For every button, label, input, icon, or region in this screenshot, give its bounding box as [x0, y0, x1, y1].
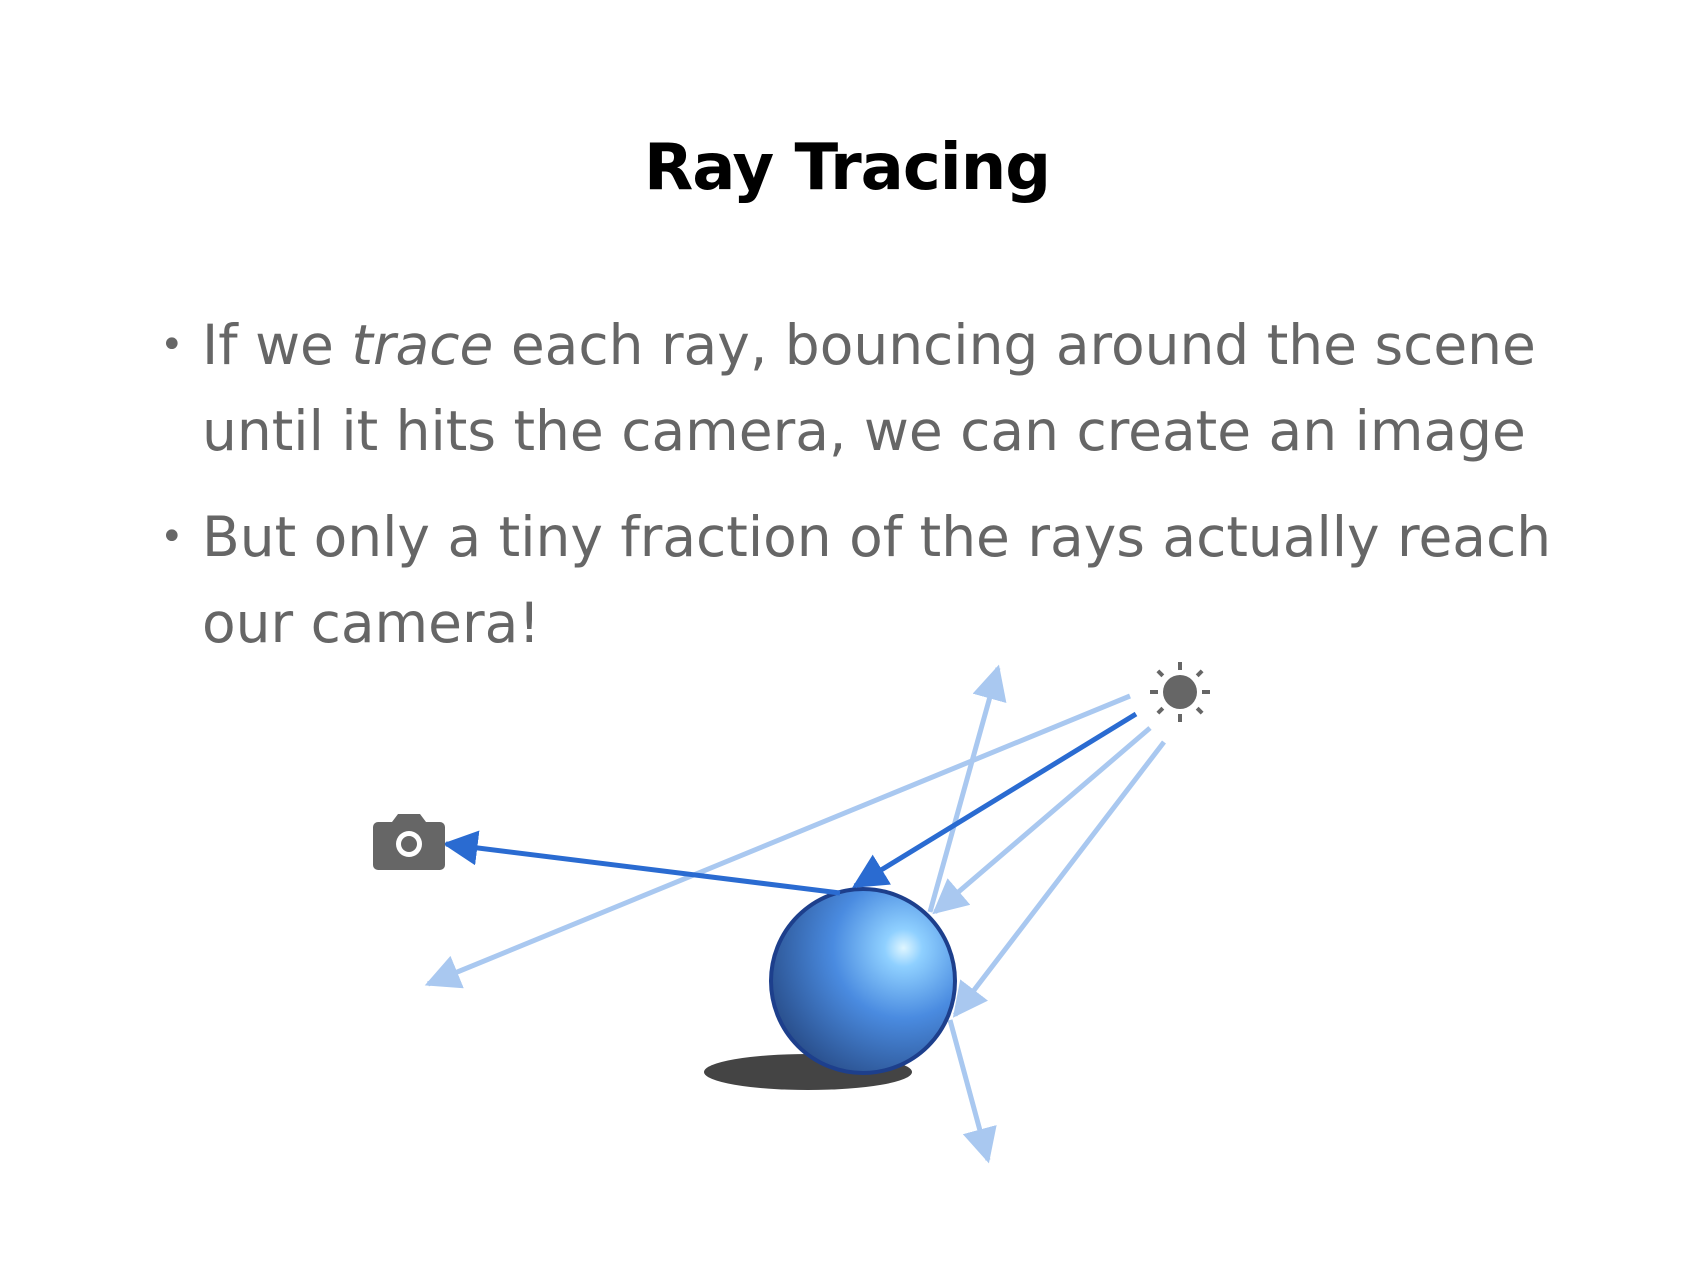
sun-icon: [1150, 662, 1210, 722]
sphere: [769, 887, 957, 1075]
reflected-ray-up: [927, 664, 1007, 913]
ray-from-sun-to-sphere-lower: [952, 740, 1166, 1018]
ray-tracing-diagram: [373, 662, 1210, 1164]
primary-ray-sphere-to-camera: [442, 830, 841, 896]
camera-icon: [373, 814, 445, 870]
reflected-ray-down: [947, 1019, 997, 1164]
